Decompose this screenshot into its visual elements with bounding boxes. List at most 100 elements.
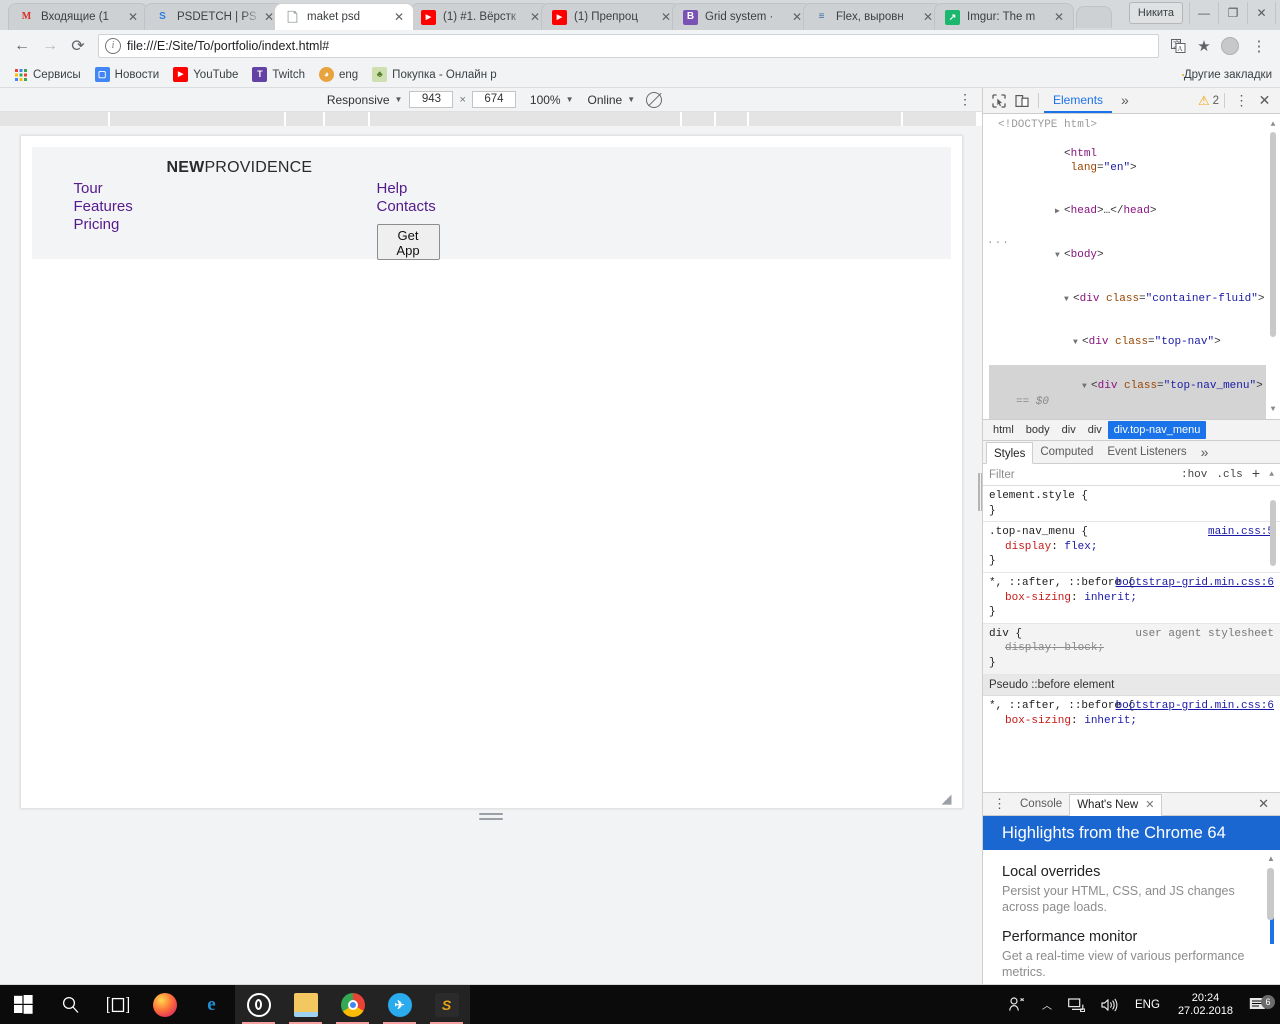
- collapse-arrow-icon[interactable]: ▼: [1073, 336, 1082, 350]
- file-explorer-taskbar-icon[interactable]: [282, 985, 329, 1024]
- cls-toggle[interactable]: .cls: [1216, 469, 1242, 481]
- opera-taskbar-icon[interactable]: [235, 985, 282, 1024]
- rule-source-link[interactable]: bootstrap-grid.min.css:6: [1116, 699, 1274, 714]
- styles-more-tabs-icon[interactable]: »: [1194, 441, 1216, 463]
- rotate-icon[interactable]: [646, 92, 662, 108]
- bookmark-item-twitch[interactable]: T Twitch: [245, 64, 312, 86]
- nav-link-contacts[interactable]: Contacts: [377, 198, 436, 216]
- tab-close-button[interactable]: ✕: [391, 10, 407, 24]
- viewport-height-resize-handle[interactable]: [479, 813, 503, 820]
- style-rule[interactable]: element.style { }: [983, 486, 1280, 522]
- drawer-close-icon[interactable]: ✕: [1250, 796, 1277, 812]
- dom-line[interactable]: ▼<div class="container-fluid">: [989, 277, 1266, 321]
- minimize-button[interactable]: —: [1189, 2, 1218, 24]
- search-button[interactable]: [47, 985, 94, 1024]
- language-indicator[interactable]: ENG: [1127, 999, 1168, 1011]
- rule-declaration[interactable]: box-sizing: inherit;: [989, 591, 1272, 606]
- tab-whats-new[interactable]: What's New ✕: [1069, 794, 1162, 816]
- expand-arrow-icon[interactable]: ▶: [1055, 205, 1064, 219]
- nav-link-features[interactable]: Features: [74, 198, 133, 216]
- scroll-up-icon[interactable]: ▲: [1268, 118, 1278, 132]
- edge-taskbar-icon[interactable]: e: [188, 985, 235, 1024]
- sublime-text-taskbar-icon[interactable]: S: [423, 985, 470, 1024]
- device-toolbar-more-icon[interactable]: ⋮: [958, 91, 972, 108]
- network-icon[interactable]: [1060, 998, 1093, 1012]
- show-hidden-icons-chevron-icon[interactable]: ︿: [1034, 997, 1060, 1012]
- bookmark-item-eng[interactable]: ◕ eng: [312, 64, 365, 86]
- back-button[interactable]: ←: [8, 32, 36, 60]
- tab-elements[interactable]: Elements: [1044, 88, 1112, 113]
- dom-line[interactable]: ▶<head>…</head>: [989, 189, 1266, 233]
- style-rule[interactable]: bootstrap-grid.min.css:6 *, ::after, ::b…: [983, 696, 1280, 731]
- styles-rules-list[interactable]: element.style { } main.css:5 .top-nav_me…: [983, 486, 1280, 731]
- devtools-close-icon[interactable]: ✕: [1253, 90, 1276, 112]
- tab-computed[interactable]: Computed: [1033, 441, 1100, 463]
- bookmark-item-services[interactable]: Сервисы: [6, 64, 88, 86]
- whats-new-scrollbar[interactable]: ▲ ▼: [1265, 854, 1277, 1004]
- scroll-down-icon[interactable]: ▼: [1268, 403, 1278, 417]
- whats-new-item[interactable]: Local overrides Persist your HTML, CSS, …: [1002, 864, 1261, 915]
- people-icon[interactable]: [1001, 997, 1034, 1012]
- scroll-up-icon[interactable]: ▲: [1265, 854, 1277, 863]
- other-bookmarks-button[interactable]: Другие закладки: [1182, 69, 1272, 81]
- avatar[interactable]: [1221, 37, 1239, 55]
- breadcrumb-item-selected[interactable]: div.top-nav_menu: [1108, 421, 1207, 439]
- rule-source-link[interactable]: bootstrap-grid.min.css:6: [1116, 576, 1274, 591]
- browser-tab[interactable]: ▶ (1) Препроц ✕: [541, 3, 681, 30]
- breadcrumb-item[interactable]: html: [987, 421, 1020, 439]
- browser-tab[interactable]: S PSDETCH | PS ✕: [144, 3, 284, 30]
- rule-declaration[interactable]: box-sizing: inherit;: [989, 714, 1272, 729]
- bookmark-item-news[interactable]: ▢ Новости: [88, 64, 167, 86]
- style-rule[interactable]: bootstrap-grid.min.css:6 *, ::after, ::b…: [983, 573, 1280, 624]
- volume-icon[interactable]: [1093, 998, 1127, 1012]
- tab-close-icon[interactable]: ✕: [1145, 794, 1154, 816]
- style-rule-user-agent[interactable]: user agent stylesheet div { display: blo…: [983, 624, 1280, 675]
- bookmark-item-youtube[interactable]: ▶ YouTube: [166, 64, 245, 86]
- viewport-height-input[interactable]: 674: [472, 91, 516, 108]
- hov-toggle[interactable]: :hov: [1181, 469, 1207, 481]
- firefox-taskbar-icon[interactable]: [141, 985, 188, 1024]
- dom-scrollbar[interactable]: ▲ ▼: [1268, 118, 1278, 417]
- nav-link-pricing[interactable]: Pricing: [74, 216, 133, 234]
- dom-line-selected[interactable]: ▼<div class="top-nav_menu"> == $0: [989, 365, 1266, 419]
- styles-scroll-up-icon[interactable]: ▲: [1269, 470, 1274, 479]
- profile-chip[interactable]: Никита: [1129, 2, 1183, 24]
- throttling-select[interactable]: Online ▼: [588, 93, 636, 107]
- rule-declaration[interactable]: display: block;: [989, 641, 1272, 656]
- task-view-button[interactable]: [94, 985, 141, 1024]
- rule-declaration[interactable]: display: flex;: [989, 540, 1272, 555]
- breadcrumb-item[interactable]: div: [1082, 421, 1108, 439]
- rule-source-link[interactable]: main.css:5: [1208, 525, 1274, 540]
- nav-link-tour[interactable]: Tour: [74, 180, 133, 198]
- viewport-width-input[interactable]: 943: [409, 91, 453, 108]
- zoom-select[interactable]: 100% ▼: [530, 93, 574, 107]
- page-viewport[interactable]: NEWPROVIDENCE Tour Features Pricing Help…: [20, 135, 963, 809]
- tab-console[interactable]: Console: [1013, 793, 1069, 815]
- device-toggle-icon[interactable]: [1010, 90, 1033, 112]
- tab-styles[interactable]: Styles: [986, 442, 1033, 464]
- dom-line[interactable]: ▼<div class="top-nav">: [989, 321, 1266, 365]
- maximize-button[interactable]: ❐: [1218, 2, 1247, 24]
- translate-icon[interactable]: 文 A: [1165, 34, 1191, 58]
- get-app-button[interactable]: Get App: [377, 224, 440, 260]
- browser-tab-active[interactable]: 🗋 maket psd ✕: [274, 3, 414, 30]
- tab-event-listeners[interactable]: Event Listeners: [1100, 441, 1193, 463]
- telegram-taskbar-icon[interactable]: ✈: [376, 985, 423, 1024]
- bookmark-item-shop[interactable]: ♣ Покупка - Онлайн p: [365, 64, 503, 86]
- clock[interactable]: 20:24 27.02.2018: [1168, 992, 1243, 1018]
- devtools-warning-counter[interactable]: ⚠ 2: [1198, 93, 1219, 109]
- forward-button[interactable]: →: [36, 32, 64, 60]
- chrome-menu-icon[interactable]: ⋮: [1246, 34, 1272, 58]
- viewport-corner-resize-handle[interactable]: ◢: [942, 792, 956, 806]
- reload-button[interactable]: ⟳: [64, 32, 92, 60]
- close-window-button[interactable]: ✕: [1247, 2, 1276, 24]
- scroll-thumb[interactable]: [1270, 132, 1276, 337]
- collapse-arrow-icon[interactable]: ▼: [1064, 293, 1073, 307]
- browser-tab[interactable]: ▶ (1) #1. Вёрстк ✕: [410, 3, 550, 30]
- dom-tree[interactable]: <!DOCTYPE html> <html lang="en"> ▶<head>…: [983, 114, 1280, 419]
- browser-tab[interactable]: ≡ Flex, выровн ✕: [803, 3, 943, 30]
- devtools-more-tabs-icon[interactable]: »: [1112, 88, 1138, 113]
- scroll-thumb[interactable]: [1267, 868, 1274, 920]
- dom-line[interactable]: ▼<body>: [989, 233, 1266, 277]
- nav-link-help[interactable]: Help: [377, 180, 436, 198]
